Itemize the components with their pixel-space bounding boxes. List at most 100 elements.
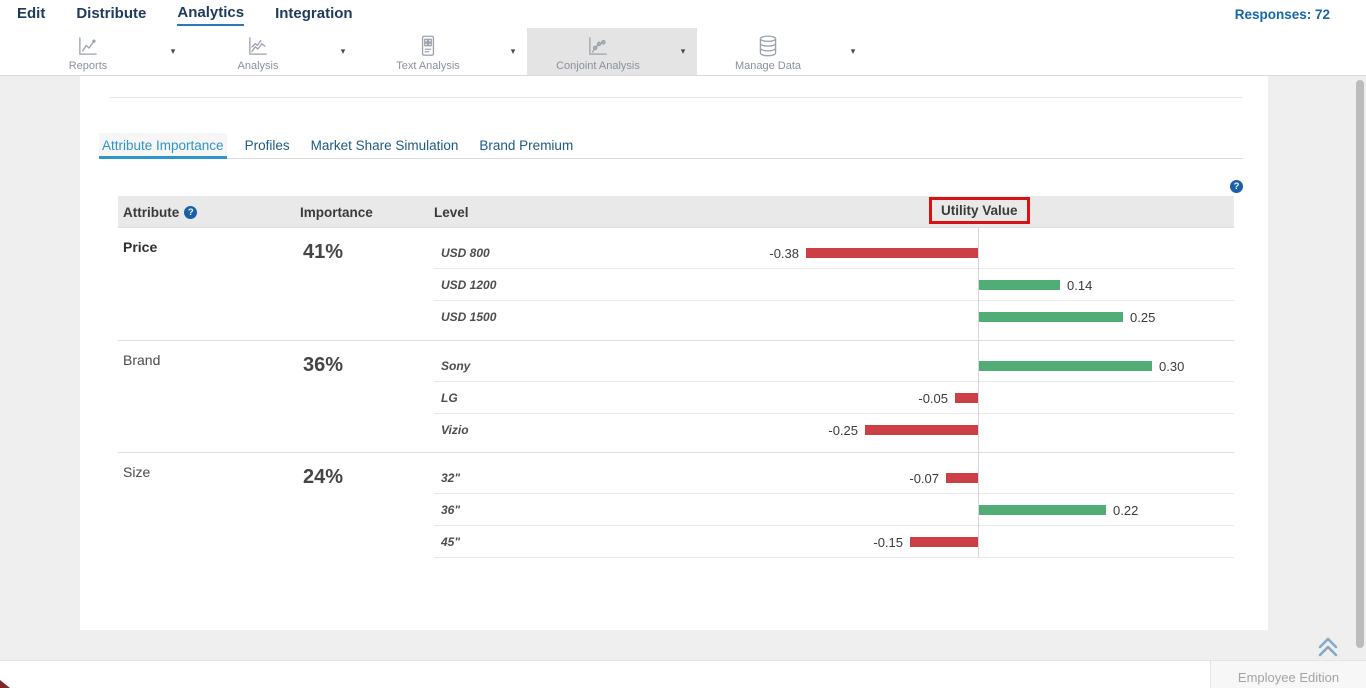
toolbar-item-analysis[interactable]: Analysis ▾ <box>187 28 357 75</box>
conjoint-tabs: Attribute Importance Profiles Market Share… <box>99 133 1243 159</box>
content-panel: Attribute Importance Profiles Market Share… <box>80 76 1268 630</box>
level-row-sony: Sony 0.30 <box>434 350 1234 382</box>
toolbar-item-label: Text Analysis <box>396 60 460 72</box>
attribute-group-price: Price41% USD 800 -0.38 USD 1200 0.14 USD 1500… <box>118 228 1234 340</box>
nav-item-analytics[interactable]: Analytics <box>177 3 244 26</box>
table-body: Price41% USD 800 -0.38 USD 1200 0.14 USD 1500… <box>118 228 1234 564</box>
logo-fragment <box>0 680 10 688</box>
importance-value: 36% <box>300 341 434 452</box>
utility-value-label: -0.15 <box>873 535 903 550</box>
utility-bar <box>979 280 1060 290</box>
nav-item-distribute[interactable]: Distribute <box>76 4 146 24</box>
toolbar-item-label: Reports <box>69 60 108 72</box>
tab-attribute-importance[interactable]: Attribute Importance <box>99 133 227 156</box>
level-row-32: 32" -0.07 <box>434 462 1234 494</box>
level-label: USD 800 <box>441 246 490 260</box>
level-rows: 32" -0.07 36" 0.22 45" -0.15 <box>434 453 1234 564</box>
level-label: Sony <box>441 359 470 373</box>
utility-bar <box>910 537 978 547</box>
tab-market-share-simulation[interactable]: Market Share Simulation <box>308 133 462 156</box>
analysis-line-chart-icon <box>245 33 271 59</box>
level-row-vizio: Vizio -0.25 <box>434 414 1234 446</box>
edition-label: Employee Edition <box>1238 670 1339 685</box>
level-row-usd-1500: USD 1500 0.25 <box>434 301 1234 333</box>
level-column-header-cell: Level Utility Value <box>434 196 1234 228</box>
toolbar-item-label: Conjoint Analysis <box>556 60 640 72</box>
utility-bar <box>979 361 1152 371</box>
primary-nav: Edit Distribute Analytics Integration <box>0 3 353 26</box>
database-icon <box>755 33 781 59</box>
attribute-group-size: Size24% 32" -0.07 36" 0.22 45" -0.15 <box>118 452 1234 564</box>
dropdown-caret-icon[interactable]: ▾ <box>669 28 697 75</box>
level-rows: USD 800 -0.38 USD 1200 0.14 USD 1500 0.25 <box>434 228 1234 340</box>
level-label: 36" <box>441 503 460 517</box>
utility-value-label: -0.07 <box>909 471 939 486</box>
toolbar-item-label: Manage Data <box>735 60 801 72</box>
conjoint-scatter-chart-icon <box>585 33 611 59</box>
analytics-toolbar: Reports▾Analysis▾Text Analysis▾Conjoint … <box>0 28 1366 76</box>
tab-profiles[interactable]: Profiles <box>242 133 293 156</box>
utility-value-label: -0.25 <box>828 423 858 438</box>
level-row-36: 36" 0.22 <box>434 494 1234 526</box>
toolbar-item-text-analysis[interactable]: Text Analysis ▾ <box>357 28 527 75</box>
toolbar-item-label: Analysis <box>238 60 279 72</box>
utility-bar <box>979 505 1106 515</box>
utility-value-label: 0.22 <box>1113 503 1138 518</box>
level-row-lg: LG -0.05 <box>434 382 1234 414</box>
level-label: LG <box>441 391 458 405</box>
dropdown-caret-icon[interactable]: ▾ <box>159 28 187 75</box>
attribute-header-label: Attribute <box>123 205 179 220</box>
utility-value-label: -0.38 <box>769 246 799 261</box>
utility-value-label: -0.05 <box>918 391 948 406</box>
help-icon[interactable]: ? <box>1230 180 1243 193</box>
responses-count[interactable]: Responses: 72 <box>1235 7 1366 22</box>
table-header-row: Attribute ? Importance Level Utility Val… <box>118 196 1234 228</box>
level-label: 45" <box>441 535 460 549</box>
importance-value: 41% <box>300 228 434 340</box>
level-row-usd-800: USD 800 -0.38 <box>434 237 1234 269</box>
level-label: Vizio <box>441 423 469 437</box>
attribute-name: Brand <box>118 341 300 452</box>
edition-badge: Employee Edition <box>1210 660 1366 688</box>
dropdown-caret-icon[interactable]: ▾ <box>329 28 357 75</box>
level-header-label: Level <box>434 205 469 220</box>
toolbar-item-manage-data[interactable]: Manage Data ▾ <box>697 28 867 75</box>
attribute-help-icon[interactable]: ? <box>184 206 197 219</box>
attribute-column-header: Attribute ? <box>118 205 300 220</box>
scrollbar-thumb[interactable] <box>1356 80 1364 648</box>
level-rows: Sony 0.30 LG -0.05 Vizio -0.25 <box>434 341 1234 452</box>
scroll-to-top-icon[interactable] <box>1316 636 1340 658</box>
importance-column-header: Importance <box>300 205 434 220</box>
reports-line-chart-icon <box>75 33 101 59</box>
attribute-importance-table: Attribute ? Importance Level Utility Val… <box>118 196 1234 564</box>
nav-item-integration[interactable]: Integration <box>275 4 353 24</box>
dropdown-caret-icon[interactable]: ▾ <box>499 28 527 75</box>
level-label: USD 1500 <box>441 310 496 324</box>
utility-bar <box>865 425 978 435</box>
utility-value-label: 0.14 <box>1067 278 1092 293</box>
dropdown-caret-icon[interactable]: ▾ <box>839 28 867 75</box>
utility-value-label: 0.25 <box>1130 310 1155 325</box>
utility-bar <box>946 473 978 483</box>
text-analysis-document-icon <box>415 33 441 59</box>
tab-brand-premium[interactable]: Brand Premium <box>476 133 576 156</box>
level-label: 32" <box>441 471 460 485</box>
section-divider <box>110 97 1243 98</box>
importance-value: 24% <box>300 453 434 564</box>
level-row-45: 45" -0.15 <box>434 526 1234 558</box>
utility-bar <box>955 393 978 403</box>
utility-value-label: 0.30 <box>1159 359 1184 374</box>
toolbar-item-conjoint-analysis[interactable]: Conjoint Analysis ▾ <box>527 28 697 75</box>
level-label: USD 1200 <box>441 278 496 292</box>
utility-value-header-highlight: Utility Value <box>929 197 1030 224</box>
attribute-name: Price <box>118 228 300 340</box>
utility-bar <box>806 248 978 258</box>
attribute-name: Size <box>118 453 300 564</box>
nav-item-edit[interactable]: Edit <box>17 4 45 24</box>
attribute-group-brand: Brand36% Sony 0.30 LG -0.05 Vizio -0.25 <box>118 340 1234 452</box>
utility-bar <box>979 312 1123 322</box>
level-row-usd-1200: USD 1200 0.14 <box>434 269 1234 301</box>
toolbar-item-reports[interactable]: Reports ▾ <box>17 28 187 75</box>
footer-bar: Employee Edition <box>0 660 1366 688</box>
top-nav-bar: Edit Distribute Analytics Integration Respo… <box>0 0 1366 28</box>
